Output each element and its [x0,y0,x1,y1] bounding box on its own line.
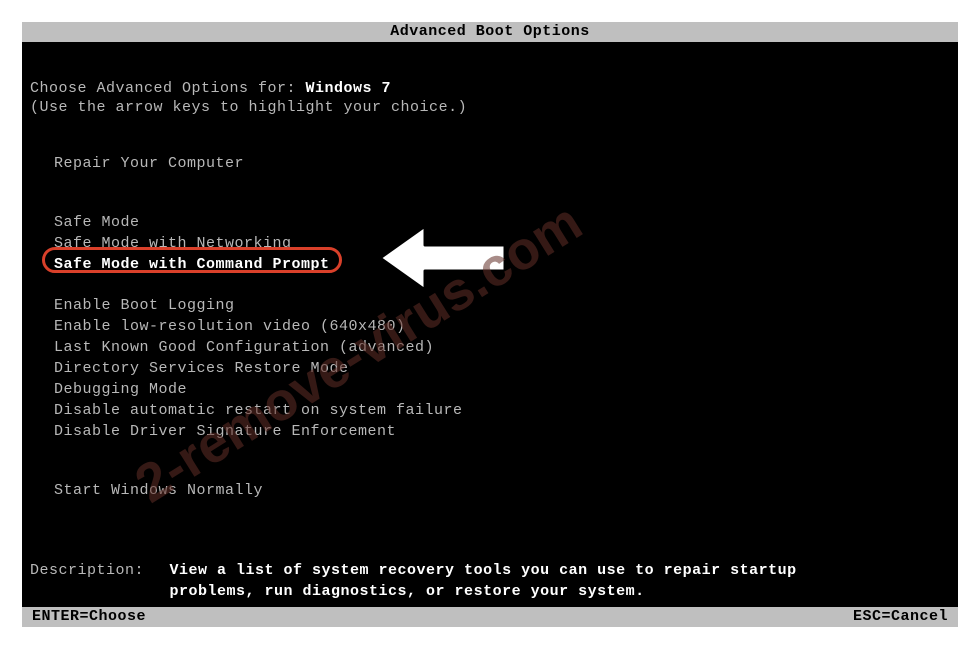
option-debugging-mode[interactable]: Debugging Mode [54,380,950,399]
option-start-normally[interactable]: Start Windows Normally [54,481,950,500]
description-label: Description: [30,560,160,581]
option-safe-mode-networking[interactable]: Safe Mode with Networking [54,234,950,253]
title-bar: Advanced Boot Options [22,22,958,42]
hint-text: (Use the arrow keys to highlight your ch… [30,99,950,116]
content-area: Choose Advanced Options for: Windows 7 (… [30,80,950,602]
option-group-repair: Repair Your Computer [54,154,950,173]
option-disable-driver-signature[interactable]: Disable Driver Signature Enforcement [54,422,950,441]
option-last-known-good[interactable]: Last Known Good Configuration (advanced) [54,338,950,357]
os-name: Windows 7 [306,80,392,97]
option-boot-logging[interactable]: Enable Boot Logging [54,296,950,315]
option-safe-mode-command-prompt[interactable]: Safe Mode with Command Prompt [54,255,950,274]
boot-screen: Advanced Boot Options Choose Advanced Op… [22,22,958,627]
prompt-line: Choose Advanced Options for: Windows 7 [30,80,950,97]
description-block: Description: View a list of system recov… [30,560,950,602]
option-low-res-video[interactable]: Enable low-resolution video (640x480) [54,317,950,336]
option-disable-auto-restart[interactable]: Disable automatic restart on system fail… [54,401,950,420]
option-group-advanced: Enable Boot Logging Enable low-resolutio… [54,296,950,441]
option-group-normal: Start Windows Normally [54,481,950,500]
description-text: View a list of system recovery tools you… [170,560,870,602]
footer-esc: ESC=Cancel [853,607,948,627]
footer-enter: ENTER=Choose [32,607,146,627]
option-repair-your-computer[interactable]: Repair Your Computer [54,154,950,173]
title-text: Advanced Boot Options [390,23,590,40]
option-directory-services-restore[interactable]: Directory Services Restore Mode [54,359,950,378]
option-safe-mode[interactable]: Safe Mode [54,213,950,232]
footer-bar: ENTER=Choose ESC=Cancel [22,607,958,627]
option-group-safe-mode: Safe Mode Safe Mode with Networking Safe… [54,213,950,274]
prompt-prefix: Choose Advanced Options for: [30,80,306,97]
